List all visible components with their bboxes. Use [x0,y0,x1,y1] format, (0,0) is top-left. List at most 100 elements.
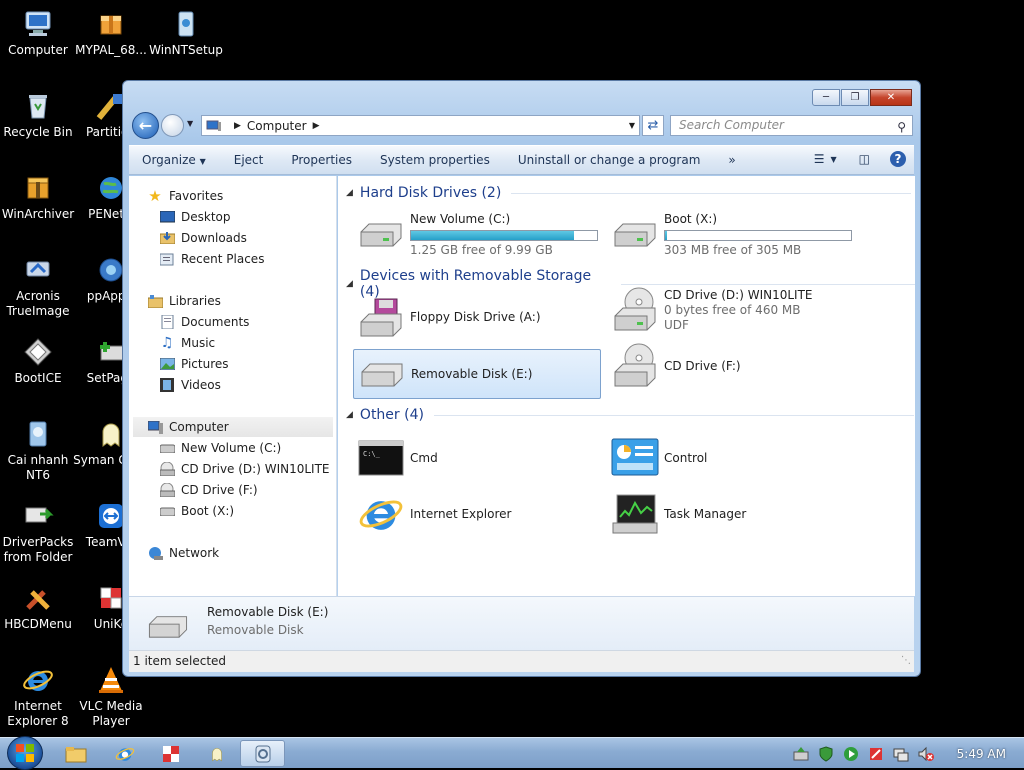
desktop-icon-cai-nhanh[interactable]: Cai nhanh NT6 [0,418,76,483]
desktop-icon-hbcdmenu[interactable]: HBCDMenu [0,582,76,632]
internet-explorer-item[interactable]: Internet Explorer [356,492,511,536]
videos-icon [159,378,175,392]
tray-app-icon[interactable] [868,746,884,762]
volume-muted-icon[interactable] [918,746,934,762]
drive-c-item[interactable]: New Volume (C:) 1.25 GB free of 9.99 GB [356,212,598,258]
taskbar-ghost-button[interactable] [202,740,232,767]
command-bar: Organize ▼ Eject Properties System prope… [129,145,914,175]
ie-taskbar-icon [115,747,135,761]
nav-drive-x[interactable]: Boot (X:) [159,501,234,521]
nav-favorites[interactable]: ★ Favorites [147,186,223,206]
nav-drive-f[interactable]: CD Drive (F:) [159,480,258,500]
desktop-icon-winarchiver[interactable]: WinArchiver [0,172,76,222]
maximize-button[interactable]: ❐ [841,89,869,106]
cmd-item[interactable]: C:\_ Cmd [356,436,438,480]
desktop-icon-mypal[interactable]: MYPAL_68... [73,8,149,58]
nav-desktop[interactable]: Desktop [159,207,231,227]
removable-disk-icon [357,352,407,396]
nav-music[interactable]: ♫ Music [159,333,215,353]
media-play-icon[interactable] [843,746,859,762]
group-divider [620,283,915,285]
address-bar[interactable]: ▶ Computer ▶ ▼ [201,115,640,136]
clock[interactable]: 5:49 AM [957,747,1006,761]
desktop-icon-bootice[interactable]: BootICE [0,336,76,386]
nav-pictures[interactable]: Pictures [159,354,229,374]
task-manager-item[interactable]: Task Manager [610,492,746,536]
driverpacks-icon [22,500,54,532]
taskbar-explorer-button[interactable] [57,740,95,767]
desktop-icon-recycle-bin[interactable]: Recycle Bin [0,90,76,140]
desktop-icon-computer[interactable]: Computer [0,8,76,58]
nav-network-label: Network [169,546,220,560]
group-other[interactable]: ◢ Other (4) [346,407,914,423]
nav-downloads[interactable]: Downloads [159,228,247,248]
security-shield-icon[interactable] [818,745,834,762]
drive-f-item[interactable]: CD Drive (F:) [610,343,741,388]
properties-button[interactable]: Properties [278,153,367,167]
preview-pane-icon[interactable]: ◫ [859,152,870,166]
minimize-button[interactable]: ─ [812,89,840,106]
back-button[interactable]: ← [132,112,159,139]
drive-c-usage-bar [410,230,598,241]
breadcrumb-computer[interactable]: Computer [247,119,307,133]
drive-c-usage-fill [411,231,574,240]
drive-x-item[interactable]: Boot (X:) 303 MB free of 305 MB [610,212,852,258]
group-hard-disk-drives[interactable]: ◢ Hard Disk Drives (2) [346,185,912,201]
uninstall-program-button[interactable]: Uninstall or change a program [505,153,716,167]
view-dropdown-icon[interactable]: ▼ [831,155,837,164]
drive-a-item[interactable]: Floppy Disk Drive (A:) [356,296,541,340]
desktop-icon-ie8[interactable]: Internet Explorer 8 [0,664,76,729]
view-options-icon[interactable]: ☰ [814,152,825,166]
drive-e-name: Removable Disk (E:) [411,366,533,381]
nav-music-label: Music [181,336,216,350]
desktop-icon-driverpacks[interactable]: DriverPacks from Folder [0,500,76,565]
taskbar-active-app-button[interactable] [240,740,285,767]
cmd-label: Cmd [410,450,438,465]
resize-grip-icon[interactable]: ⋱ [901,651,911,671]
drive-d-item[interactable]: CD Drive (D:) WIN10LITE 0 bytes free of … [610,287,813,333]
help-icon[interactable]: ? [890,151,906,167]
search-input[interactable]: Search Computer ⚲ [670,115,913,136]
app-taskbar-icon [255,745,270,762]
desktop-icon-acronis[interactable]: Acronis TrueImage [0,254,76,319]
taskbar: 5:49 AM [0,736,1024,770]
nav-libraries[interactable]: Libraries [147,291,221,311]
refresh-button[interactable]: ⇄ [642,115,664,136]
nav-drive-c[interactable]: New Volume (C:) [159,438,281,458]
taskbar-unikey-button[interactable] [156,740,186,767]
search-placeholder: Search Computer [679,118,784,132]
system-properties-button[interactable]: System properties [367,153,505,167]
safely-remove-hardware-icon[interactable] [793,746,809,762]
nav-drive-f-label: CD Drive (F:) [181,483,258,497]
nav-videos[interactable]: Videos [159,375,221,395]
network-status-icon[interactable] [893,746,909,762]
start-button[interactable] [7,736,43,770]
drive-x-usage-fill [665,231,667,240]
close-button[interactable]: ✕ [870,89,912,106]
taskbar-ie-button[interactable] [110,740,140,767]
organize-label: Organize [142,153,196,167]
hard-drive-icon [356,212,406,256]
nav-recent-places[interactable]: Recent Places [159,249,264,269]
nav-network[interactable]: Network [147,543,219,563]
breadcrumb-chevron-icon[interactable]: ▶ [313,121,320,131]
details-pane: Removable Disk (E:) Removable Disk [129,596,914,650]
forward-button[interactable] [161,114,184,137]
history-dropdown-icon[interactable]: ▼ [187,119,193,128]
navigation-pane: ★ Favorites Desktop Downloads Recent Plac… [129,176,337,596]
drive-d-name: CD Drive (D:) WIN10LITE [664,288,813,302]
nav-drive-d[interactable]: CD Drive (D:) WIN10LITE [159,459,330,479]
organize-button[interactable]: Organize ▼ [129,153,221,167]
breadcrumb-separator-icon[interactable]: ▶ [234,121,241,131]
address-dropdown-icon[interactable]: ▼ [629,121,635,130]
search-icon[interactable]: ⚲ [897,118,906,137]
nav-documents[interactable]: Documents [159,312,249,332]
archive-icon [22,172,54,204]
eject-button[interactable]: Eject [221,153,279,167]
drive-e-item[interactable]: Removable Disk (E:) [353,349,601,399]
control-item[interactable]: Control [610,436,707,480]
downloads-folder-icon [159,231,175,245]
nav-computer[interactable]: Computer [133,417,333,437]
desktop-icon-winntsetup[interactable]: WinNTSetup [148,8,224,58]
more-commands-button[interactable]: » [715,153,750,167]
